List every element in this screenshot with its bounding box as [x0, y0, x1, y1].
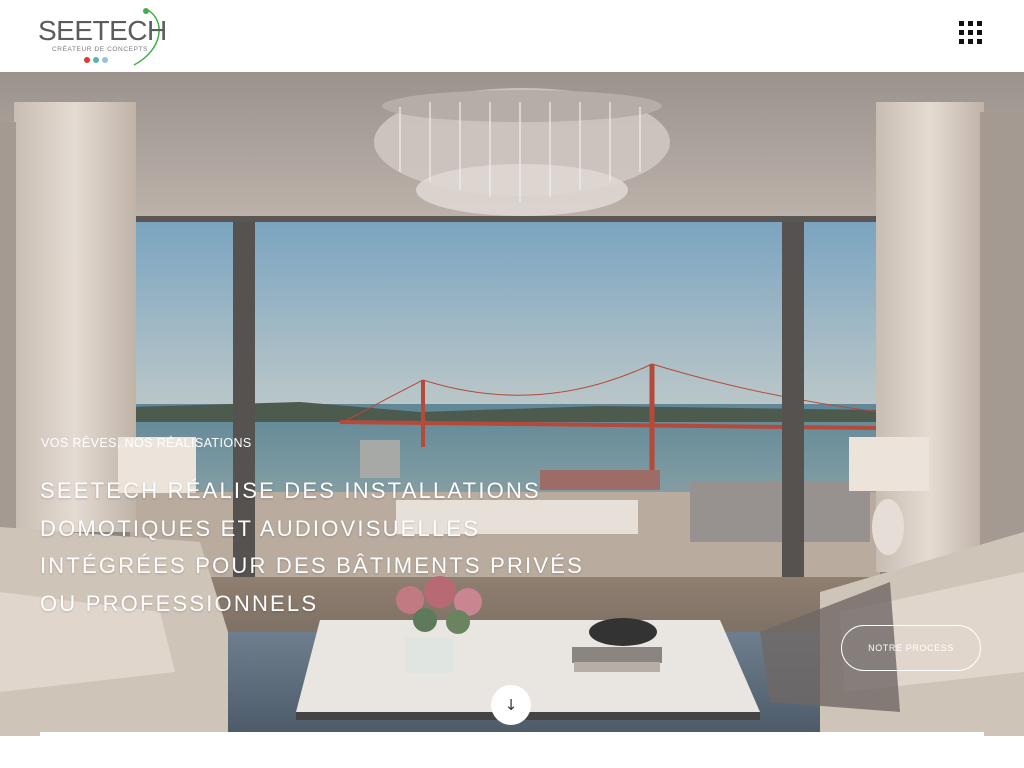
hero-title-line: DOMOTIQUES ET AUDIOVISUELLES	[40, 515, 481, 541]
menu-button[interactable]	[955, 17, 987, 49]
scroll-down-button[interactable]: ↓	[491, 685, 531, 725]
logo-dots	[84, 57, 108, 63]
grid-menu-icon	[959, 21, 983, 45]
seetech-logo[interactable]: SEETECH CRÉATEUR DE CONCEPTS	[38, 5, 168, 67]
logo-dot-teal	[93, 57, 99, 63]
content-section-top	[40, 732, 984, 768]
logo-tagline: CRÉATEUR DE CONCEPTS	[52, 46, 149, 53]
logo-dot-red	[84, 57, 90, 63]
hero-title: SEETECH RÉALISE DES INSTALLATIONS DOMOTI…	[40, 472, 660, 622]
logo-dot-blue	[102, 57, 108, 63]
hero-eyebrow: VOS RÊVES, NOS RÉALISATIONS	[41, 436, 252, 450]
hero-title-line: OU PROFESSIONNELS	[40, 590, 319, 616]
hero-title-line: SEETECH RÉALISE DES INSTALLATIONS	[40, 478, 541, 503]
notre-process-button[interactable]: NOTRE PROCESS	[841, 625, 981, 671]
arrow-down-icon: ↓	[504, 695, 518, 714]
hero-title-line: INTÉGRÉES POUR DES BÂTIMENTS PRIVÉS	[40, 553, 584, 578]
hero-section: VOS RÊVES, NOS RÉALISATIONS SEETECH RÉAL…	[0, 72, 1024, 736]
logo-wordmark: SEETECH	[38, 15, 167, 46]
site-header: SEETECH CRÉATEUR DE CONCEPTS	[0, 0, 1024, 72]
